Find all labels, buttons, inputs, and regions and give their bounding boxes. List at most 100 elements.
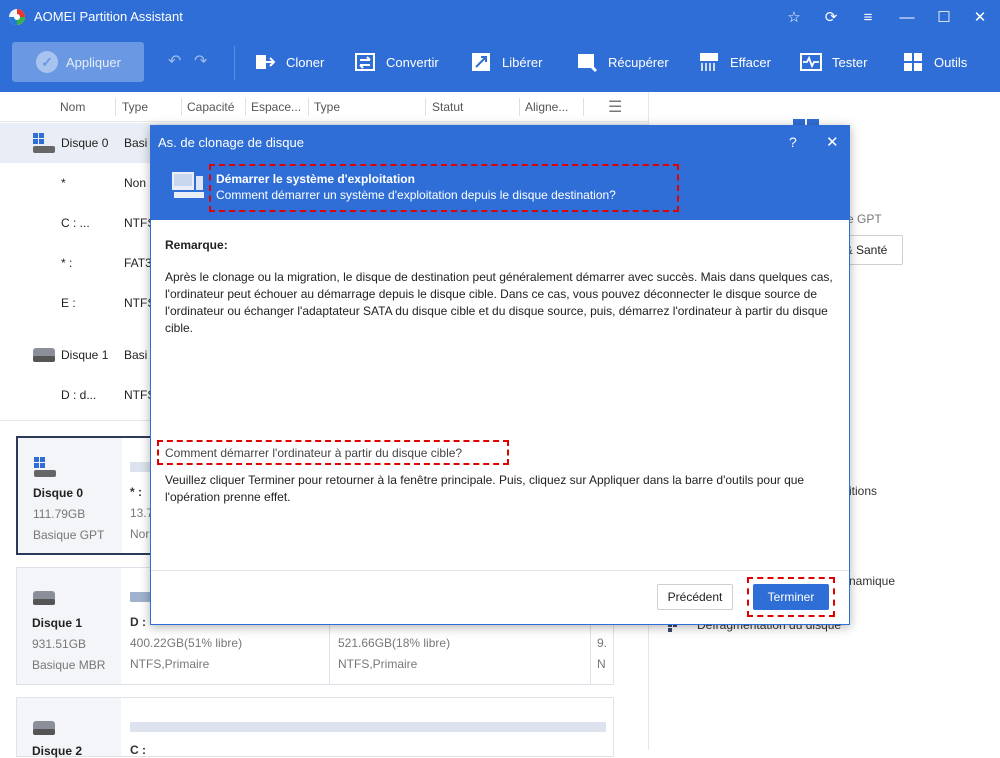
favorite-star-icon[interactable]: ☆	[784, 7, 804, 27]
partition-size: 9.	[597, 636, 608, 650]
row-name: D : d...	[61, 388, 97, 402]
partitions-op-label[interactable]: itions	[849, 484, 877, 498]
partition-label[interactable]: * :	[130, 485, 142, 499]
disk-icon	[33, 591, 55, 605]
partition-fs: NTFS,Primaire	[130, 657, 210, 671]
col-fs-type[interactable]: Type	[314, 100, 340, 114]
row-type: Basi	[124, 136, 148, 150]
apply-label: Appliquer	[66, 54, 121, 70]
expand-icon	[472, 53, 490, 71]
disk-card-info: Disque 1 931.51GB Basique MBR	[17, 568, 121, 684]
previous-button[interactable]: Précédent	[657, 584, 733, 610]
footer-divider	[151, 570, 849, 571]
remark-label: Remarque:	[165, 238, 228, 252]
refresh-icon[interactable]: ⟳	[821, 7, 841, 27]
wipe-icon	[700, 53, 718, 71]
close-window-button[interactable]: ✕	[970, 7, 990, 27]
convert-button[interactable]: Convertir	[354, 50, 439, 74]
free-up-button[interactable]: Libérer	[470, 50, 542, 74]
toolbar: ✓ Appliquer ↶ ↷ Cloner Convertir Libérer…	[0, 34, 1000, 92]
minimize-button[interactable]: —	[897, 7, 917, 27]
app-logo-icon	[9, 9, 25, 25]
step-title: Démarrer le système d'exploitation	[216, 172, 415, 186]
test-button[interactable]: Tester	[800, 50, 867, 74]
convert-icon	[355, 53, 375, 71]
dialog-title-bar: As. de clonage de disque ? ✕	[151, 126, 849, 158]
disk-card-info: Disque 0 111.79GB Basique GPT	[18, 438, 122, 553]
wipe-button[interactable]: Effacer	[698, 50, 771, 74]
partition-bar	[130, 722, 606, 732]
disk-name: Disque 2	[32, 744, 83, 758]
boot-help-link[interactable]: Comment démarrer l'ordinateur à partir d…	[165, 446, 462, 460]
maximize-button[interactable]: ☐	[934, 7, 954, 27]
tools-label: Outils	[934, 54, 968, 70]
col-capacity[interactable]: Capacité	[187, 100, 234, 114]
row-type: FAT3	[124, 256, 152, 270]
dialog-title: As. de clonage de disque	[158, 135, 304, 150]
free-up-label: Libérer	[502, 54, 543, 70]
menu-icon[interactable]: ≡	[858, 7, 878, 27]
partition-fs: N	[597, 657, 606, 671]
recover-icon	[578, 54, 598, 73]
recover-label: Récupérer	[608, 54, 669, 70]
grid-icon	[904, 53, 922, 71]
row-type: Basi	[124, 348, 148, 362]
partition-fs: NTFS,Primaire	[338, 657, 418, 671]
col-status[interactable]: Statut	[432, 100, 463, 114]
disk-card-info: Disque 2	[17, 698, 121, 758]
window-title: AOMEI Partition Assistant	[34, 9, 183, 24]
dialog-header: Démarrer le système d'exploitation Comme…	[151, 158, 849, 220]
partition-bar	[130, 462, 150, 472]
pulse-icon	[800, 53, 822, 71]
disk-kind: Basique GPT	[33, 528, 105, 542]
disk-windows-icon	[33, 133, 55, 153]
partition-label[interactable]: C :	[130, 743, 146, 757]
col-type[interactable]: Type	[122, 100, 148, 114]
apply-button[interactable]: ✓ Appliquer	[12, 42, 144, 82]
partition-fs: Nor	[130, 527, 150, 541]
disk-icon	[33, 348, 55, 362]
column-settings-icon[interactable]: ☰	[608, 97, 622, 117]
toolbar-divider	[234, 46, 235, 80]
row-type: Non	[124, 176, 147, 190]
col-name[interactable]: Nom	[60, 100, 85, 114]
disk-name: Disque 0	[33, 486, 84, 500]
step-subtitle: Comment démarrer un système d'exploitati…	[216, 188, 616, 202]
partition-size: 400.22GB(51% libre)	[130, 636, 243, 650]
disk-name: Disque 1	[32, 616, 83, 630]
row-name: E :	[61, 296, 76, 310]
disk-type-label: e GPT	[847, 212, 882, 226]
partition-label[interactable]: D :	[130, 615, 146, 629]
finish-button[interactable]: Terminer	[753, 584, 829, 610]
disk-kind: Basique MBR	[32, 658, 106, 672]
row-name: *	[61, 176, 66, 190]
check-icon: ✓	[36, 51, 58, 73]
col-space[interactable]: Espace...	[251, 100, 301, 114]
row-name: Disque 1	[61, 348, 109, 362]
row-name: C : ...	[61, 216, 90, 230]
wipe-label: Effacer	[730, 54, 771, 70]
dialog-body: Remarque: Après le clonage ou la migrati…	[165, 236, 837, 337]
dynamic-op-label[interactable]: namique	[849, 574, 895, 588]
row-name: Disque 0	[61, 136, 109, 150]
clone-button[interactable]: Cloner	[254, 50, 324, 74]
clone-wizard-dialog: As. de clonage de disque ? ✕ Démarrer le…	[150, 125, 850, 625]
recover-button[interactable]: Récupérer	[576, 50, 669, 74]
undo-icon[interactable]: ↶	[168, 51, 181, 71]
help-button[interactable]: ?	[789, 134, 797, 150]
redo-icon[interactable]: ↷	[194, 51, 207, 71]
clone-icon	[256, 55, 276, 69]
disk-card[interactable]: Disque 2 C :	[16, 697, 614, 758]
computer-icon	[172, 172, 204, 198]
col-alignment[interactable]: Aligne...	[525, 100, 568, 114]
tools-button[interactable]: Outils	[902, 50, 967, 74]
disk-windows-icon	[34, 457, 56, 477]
convert-label: Convertir	[386, 54, 439, 70]
disk-size: 111.79GB	[33, 507, 86, 521]
table-header: Nom Type Capacité Espace... Type Statut …	[0, 92, 648, 122]
title-bar: AOMEI Partition Assistant ☆ ⟳ ≡ — ☐ ✕	[0, 0, 1000, 34]
disk-icon	[33, 721, 55, 735]
disk-size: 931.51GB	[32, 637, 87, 651]
dialog-close-button[interactable]: ✕	[826, 133, 839, 151]
clone-label: Cloner	[286, 54, 325, 70]
